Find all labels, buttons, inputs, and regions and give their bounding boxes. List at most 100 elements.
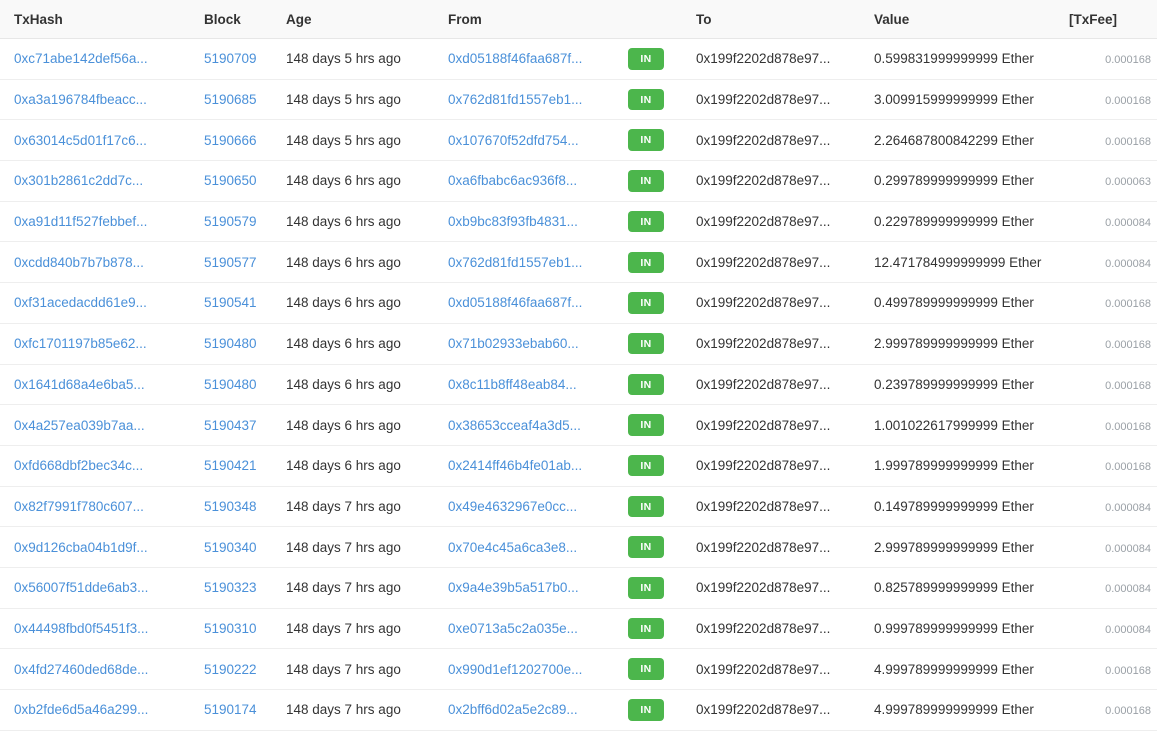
cell-direction: IN (628, 648, 696, 690)
cell-to-text: 0x199f2202d878e97... (696, 417, 831, 433)
cell-from-text[interactable]: 0x38653cceaf4a3d5... (448, 418, 581, 433)
cell-direction: IN (628, 119, 696, 162)
cell-txhash-text[interactable]: 0xa3a196784fbeacc... (14, 92, 147, 107)
column-header-value[interactable]: Value (874, 0, 1069, 39)
cell-block-text[interactable]: 5190480 (204, 377, 257, 392)
cell-value: 0.239789999999999 Ether (874, 364, 1069, 406)
cell-txfee-text: 0.000063 (1105, 176, 1151, 189)
cell-from-text[interactable]: 0x2414ff46b4fe01ab... (448, 458, 582, 473)
cell-block-text[interactable]: 5190709 (204, 51, 257, 66)
table-row: 0xf31acedacdd61e9... 5190541 148 days 6 hr… (0, 282, 1157, 324)
direction-in-badge: IN (628, 536, 664, 558)
column-header-from[interactable]: From (448, 0, 628, 39)
cell-direction: IN (628, 486, 696, 528)
cell-txfee: 0.000084 (1069, 486, 1157, 528)
cell-age: 148 days 7 hrs ago (286, 526, 448, 568)
cell-block-text[interactable]: 5190650 (204, 173, 257, 188)
cell-to: 0x199f2202d878e97... (696, 79, 874, 121)
cell-block-text[interactable]: 5190685 (204, 92, 257, 107)
cell-block-text[interactable]: 5190222 (204, 662, 257, 677)
cell-from-text[interactable]: 0x2bff6d02a5e2c89... (448, 702, 578, 717)
cell-to: 0x199f2202d878e97... (696, 526, 874, 568)
table-row: 0xfc1701197b85e62... 5190480 148 days 6 hr… (0, 323, 1157, 365)
cell-block-text[interactable]: 5190577 (204, 255, 257, 270)
cell-value: 4.999789999999999 Ether (874, 689, 1069, 731)
cell-block-text[interactable]: 5190437 (204, 418, 257, 433)
table-row: 0xfd668dbf2bec34c... 5190421 148 days 6 hr… (0, 445, 1157, 487)
cell-from-text[interactable]: 0xb9bc83f93fb4831... (448, 214, 578, 229)
cell-to: 0x199f2202d878e97... (696, 445, 874, 487)
cell-to-text: 0x199f2202d878e97... (696, 132, 831, 148)
cell-txhash-text[interactable]: 0xcdd840b7b7b878... (14, 255, 144, 270)
cell-txfee: 0.000168 (1069, 323, 1157, 365)
cell-block-text[interactable]: 5190541 (204, 295, 257, 310)
cell-txfee: 0.000168 (1069, 38, 1157, 80)
cell-txhash-text[interactable]: 0xfc1701197b85e62... (14, 336, 147, 351)
cell-from-text[interactable]: 0x9a4e39b5a517b0... (448, 580, 579, 595)
cell-txfee: 0.000084 (1069, 201, 1157, 243)
cell-age: 148 days 5 hrs ago (286, 79, 448, 121)
cell-from-text[interactable]: 0x70e4c45a6ca3e8... (448, 540, 577, 555)
column-header-to[interactable]: To (696, 0, 874, 39)
cell-txhash-text[interactable]: 0xc71abe142def56a... (14, 51, 148, 66)
cell-block: 5190480 (204, 364, 286, 406)
cell-from-text[interactable]: 0x8c11b8ff48eab84... (448, 377, 577, 392)
column-header-txfee[interactable]: [TxFee] (1069, 0, 1157, 39)
cell-txhash-text[interactable]: 0x56007f51dde6ab3... (14, 580, 148, 595)
cell-value-text: 2.999789999999999 Ether (874, 336, 1034, 352)
cell-txfee: 0.000168 (1069, 119, 1157, 162)
cell-txhash-text[interactable]: 0x1641d68a4e6ba5... (14, 377, 145, 392)
cell-value-text: 12.471784999999999 Ether (874, 254, 1042, 270)
cell-txfee-text: 0.000084 (1105, 623, 1151, 636)
cell-txhash-text[interactable]: 0xfd668dbf2bec34c... (14, 458, 143, 473)
cell-from-text[interactable]: 0x107670f52dfd754... (448, 133, 579, 148)
cell-txhash-text[interactable]: 0x4a257ea039b7aa... (14, 418, 145, 433)
cell-from-text[interactable]: 0x762d81fd1557eb1... (448, 255, 582, 270)
cell-to-text: 0x199f2202d878e97... (696, 498, 831, 514)
cell-to-text: 0x199f2202d878e97... (696, 539, 831, 555)
direction-in-badge: IN (628, 292, 664, 314)
cell-txhash-text[interactable]: 0x82f7991f780c607... (14, 499, 144, 514)
cell-from-text[interactable]: 0x71b02933ebab60... (448, 336, 579, 351)
cell-age: 148 days 6 hrs ago (286, 404, 448, 446)
column-header-age[interactable]: Age (286, 0, 448, 39)
cell-from-text[interactable]: 0x762d81fd1557eb1... (448, 92, 582, 107)
cell-txhash-text[interactable]: 0x301b2861c2dd7c... (14, 173, 143, 188)
direction-in-badge: IN (628, 48, 664, 70)
cell-block-text[interactable]: 5190323 (204, 580, 257, 595)
cell-value: 0.149789999999999 Ether (874, 486, 1069, 528)
cell-block: 5190421 (204, 445, 286, 487)
cell-age-text: 148 days 6 hrs ago (286, 336, 401, 352)
cell-txhash-text[interactable]: 0x9d126cba04b1d9f... (14, 540, 148, 555)
cell-value-text: 0.825789999999999 Ether (874, 580, 1034, 596)
cell-from-text[interactable]: 0xa6fbabc6ac936f8... (448, 173, 577, 188)
direction-in-badge: IN (628, 617, 664, 640)
column-header-txhash[interactable]: TxHash (0, 0, 204, 39)
cell-txhash-text[interactable]: 0x4fd27460ded68de... (14, 662, 148, 677)
cell-from-text[interactable]: 0xd05188f46faa687f... (448, 295, 582, 310)
cell-from-text[interactable]: 0x49e4632967e0cc... (448, 499, 577, 514)
cell-txhash: 0x44498fbd0f5451f3... (0, 608, 204, 650)
cell-txhash-text[interactable]: 0x63014c5d01f17c6... (14, 133, 147, 148)
table-row: 0x301b2861c2dd7c... 5190650 148 days 6 hrs… (0, 160, 1157, 202)
cell-txhash: 0x301b2861c2dd7c... (0, 160, 204, 202)
cell-block-text[interactable]: 5190480 (204, 336, 257, 351)
cell-txhash-text[interactable]: 0xf31acedacdd61e9... (14, 295, 147, 310)
cell-block-text[interactable]: 5190421 (204, 458, 257, 473)
cell-block-text[interactable]: 5190348 (204, 499, 257, 514)
cell-block-text[interactable]: 5190174 (204, 702, 257, 717)
column-header-block[interactable]: Block (204, 0, 286, 39)
cell-txhash-text[interactable]: 0xa91d11f527febbef... (14, 214, 147, 229)
cell-direction: IN (628, 323, 696, 365)
cell-to: 0x199f2202d878e97... (696, 241, 874, 284)
cell-direction: IN (628, 364, 696, 406)
cell-to-text: 0x199f2202d878e97... (696, 254, 831, 270)
cell-from-text[interactable]: 0xd05188f46faa687f... (448, 51, 582, 66)
cell-from-text[interactable]: 0x990d1ef1202700e... (448, 662, 582, 677)
cell-txhash-text[interactable]: 0xb2fde6d5a46a299... (14, 702, 148, 717)
cell-to-text: 0x199f2202d878e97... (696, 214, 831, 230)
cell-block-text[interactable]: 5190340 (204, 540, 257, 555)
table-header: TxHash Block Age From To Value [TxFee] (0, 0, 1157, 39)
cell-block-text[interactable]: 5190666 (204, 133, 257, 148)
cell-block-text[interactable]: 5190579 (204, 214, 257, 229)
